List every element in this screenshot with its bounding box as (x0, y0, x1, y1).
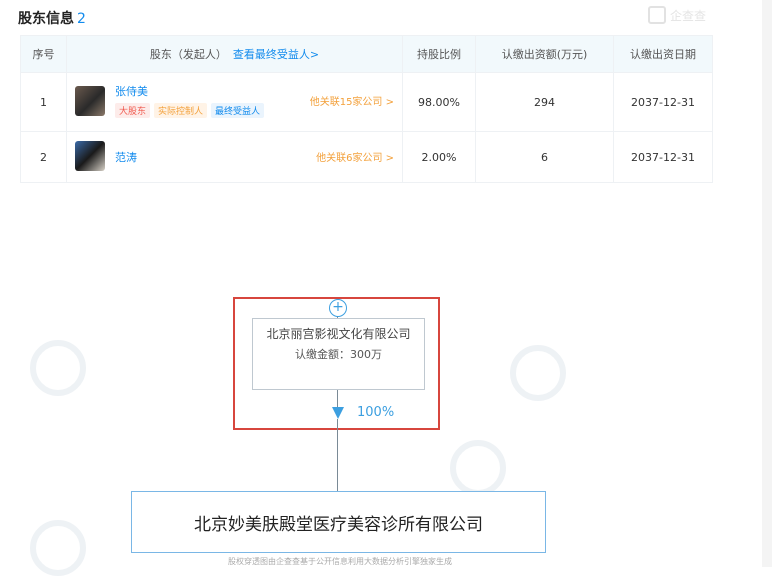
shareholder-count: 2 (77, 11, 86, 27)
header-date: 认缴出资日期 (613, 35, 713, 73)
watermark-logo (30, 520, 86, 576)
connector-line (337, 390, 338, 408)
header-holder: 股东（发起人） 查看最终受益人> (66, 35, 403, 73)
tag-actual-controller: 实际控制人 (154, 103, 208, 118)
expand-plus-icon[interactable]: + (329, 299, 347, 317)
target-company-node[interactable]: 北京妙美肤殿堂医疗美容诊所有限公司 (131, 491, 546, 553)
ownership-percent: 100% (357, 405, 395, 420)
scrollbar-track[interactable] (762, 0, 772, 567)
target-company-name: 北京妙美肤殿堂医疗美容诊所有限公司 (194, 514, 483, 535)
related-companies-link[interactable]: 他关联6家公司 > (316, 149, 394, 164)
view-beneficiary-link[interactable]: 查看最终受益人> (233, 48, 319, 61)
row-date: 2037-12-31 (613, 131, 713, 183)
arrow-down-icon (332, 407, 344, 419)
related-companies-link[interactable]: 他关联15家公司 > (310, 93, 394, 108)
table-row: 1 张侍美 大股东 实际控制人 最终受益人 他关联15家公司 > 98.00% … (20, 72, 713, 132)
parent-company-node[interactable]: 北京丽宫影视文化有限公司 认缴金额：300万 (252, 318, 425, 390)
section-title-text: 股东信息 (18, 11, 74, 27)
shareholder-table: 序号 股东（发起人） 查看最终受益人> 持股比例 认缴出资额(万元) 认缴出资日期… (20, 35, 713, 183)
watermark-logo (30, 340, 86, 396)
tag-ultimate-beneficiary: 最终受益人 (211, 103, 265, 118)
parent-company-name: 北京丽宫影视文化有限公司 (266, 327, 411, 341)
holder-name-link[interactable]: 范涛 (115, 149, 137, 165)
header-holder-label: 股东（发起人） (149, 48, 227, 61)
brand-logo: 企查查 (648, 6, 718, 24)
header-capital: 认缴出资额(万元) (475, 35, 614, 73)
avatar[interactable] (75, 141, 105, 171)
section-title: 股东信息 2 (18, 8, 86, 28)
row-index: 1 (20, 72, 67, 132)
watermark-logo (510, 345, 566, 401)
row-index: 2 (20, 131, 67, 183)
row-ratio: 2.00% (402, 131, 476, 183)
logo-icon (648, 6, 666, 24)
header-index: 序号 (20, 35, 67, 73)
table-row: 2 范涛 他关联6家公司 > 2.00% 6 2037-12-31 (20, 131, 713, 183)
row-ratio: 98.00% (402, 72, 476, 132)
holder-cell: 张侍美 大股东 实际控制人 最终受益人 他关联15家公司 > (66, 72, 403, 132)
connector-line (337, 419, 338, 491)
holder-cell: 范涛 他关联6家公司 > (66, 131, 403, 183)
row-capital: 6 (475, 131, 614, 183)
avatar[interactable] (75, 86, 105, 116)
row-capital: 294 (475, 72, 614, 132)
watermark-logo (450, 440, 506, 496)
table-header-row: 序号 股东（发起人） 查看最终受益人> 持股比例 认缴出资额(万元) 认缴出资日期 (20, 35, 713, 73)
brand-logo-text: 企查查 (670, 8, 707, 23)
tag-major-shareholder: 大股东 (115, 103, 151, 118)
holder-tags: 大股东 实际控制人 最终受益人 (115, 103, 265, 118)
header-ratio: 持股比例 (402, 35, 476, 73)
parent-company-amount: 认缴金额：300万 (295, 348, 382, 361)
graph-footnote: 股权穿透图由企查查基于公开信息利用大数据分析引擎独家生成 (228, 557, 452, 566)
row-date: 2037-12-31 (613, 72, 713, 132)
holder-name-link[interactable]: 张侍美 (115, 83, 148, 99)
